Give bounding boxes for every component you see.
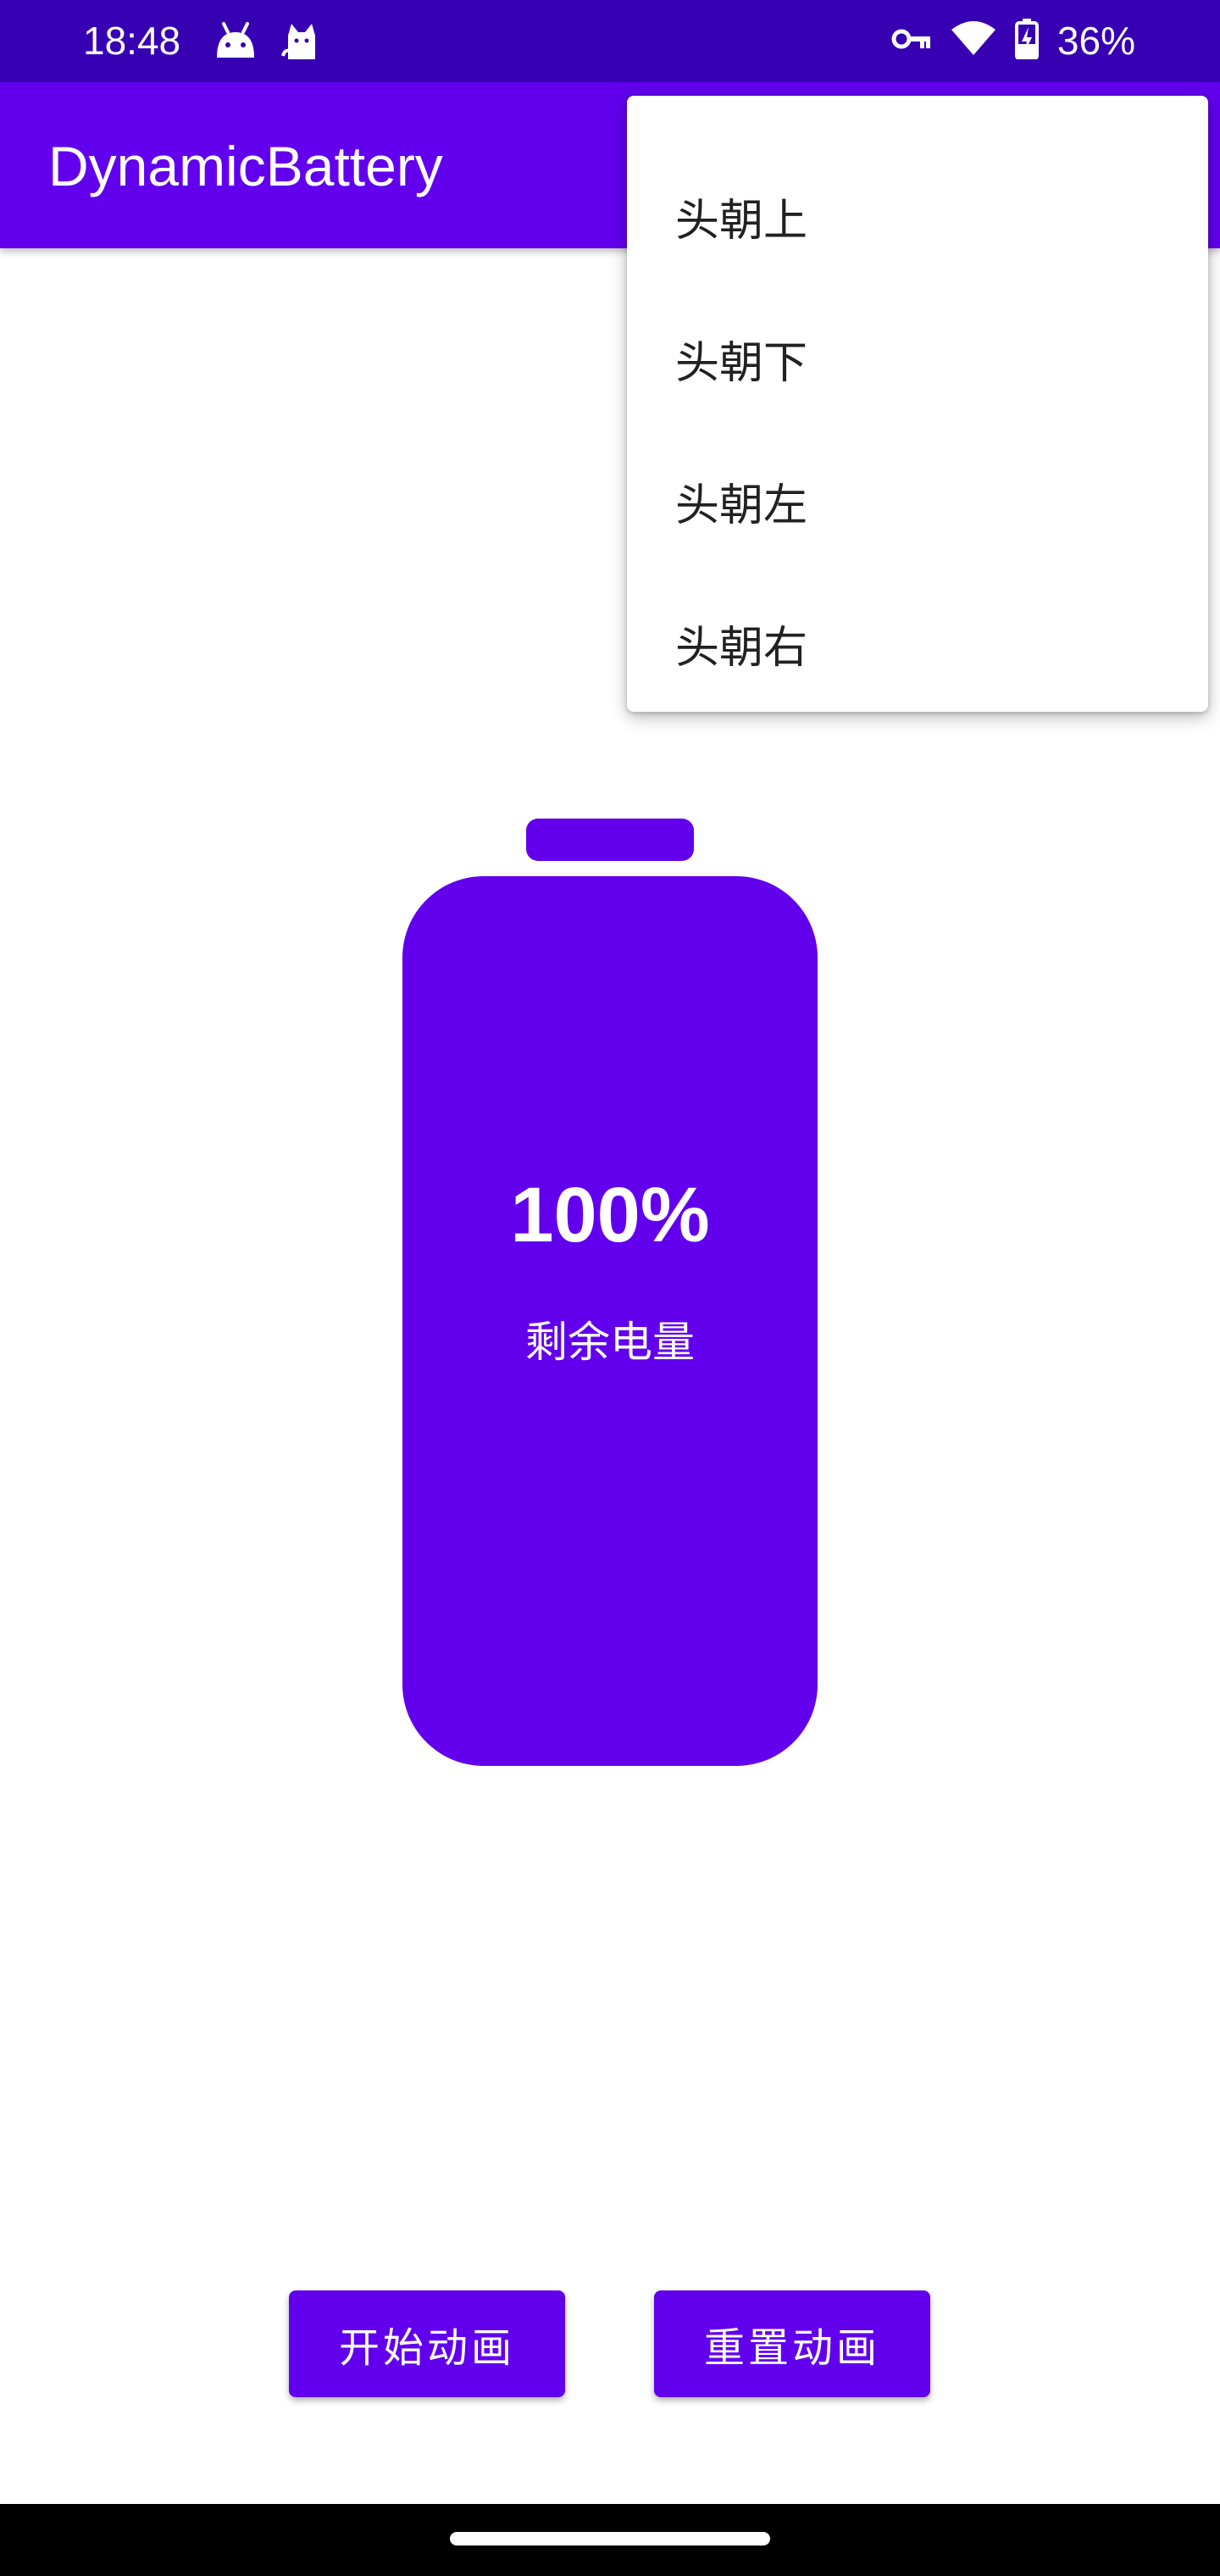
menu-item-label: 头朝左 xyxy=(675,480,808,531)
app-title: DynamicBattery xyxy=(48,135,443,197)
menu-item-head-right[interactable]: 头朝右 xyxy=(627,572,1208,714)
android-icon xyxy=(212,20,259,65)
battery-percent-text: 100% xyxy=(510,1172,710,1258)
menu-item-head-up[interactable]: 头朝上 xyxy=(627,145,1208,287)
cat-icon xyxy=(281,20,322,65)
menu-item-head-left[interactable]: 头朝左 xyxy=(627,430,1208,572)
battery-percentage: 36% xyxy=(1056,19,1135,63)
vpn-key-icon xyxy=(891,26,932,56)
orientation-menu: 头朝上 头朝下 头朝左 头朝右 xyxy=(627,96,1208,712)
battery-body: 100% 剩余电量 xyxy=(402,876,818,1766)
status-system-icons: 36% xyxy=(891,17,1135,64)
battery-remaining-label: 剩余电量 xyxy=(525,1318,695,1367)
status-time: 18:48 xyxy=(83,19,181,63)
status-notification-icons xyxy=(212,20,322,65)
battery-charging-icon xyxy=(1014,18,1039,64)
home-gesture-handle[interactable] xyxy=(450,2532,770,2545)
status-bar: 18:48 36% xyxy=(0,0,1220,82)
reset-animation-button[interactable]: 重置动画 xyxy=(654,2290,930,2397)
battery-cap xyxy=(526,819,694,861)
menu-item-head-down[interactable]: 头朝下 xyxy=(627,287,1208,430)
menu-item-label: 头朝右 xyxy=(675,622,808,674)
navigation-bar xyxy=(0,2504,1220,2576)
menu-item-label: 头朝上 xyxy=(675,195,808,247)
start-animation-button[interactable]: 开始动画 xyxy=(289,2290,565,2397)
menu-item-label: 头朝下 xyxy=(675,337,808,389)
wifi-icon xyxy=(951,20,996,61)
